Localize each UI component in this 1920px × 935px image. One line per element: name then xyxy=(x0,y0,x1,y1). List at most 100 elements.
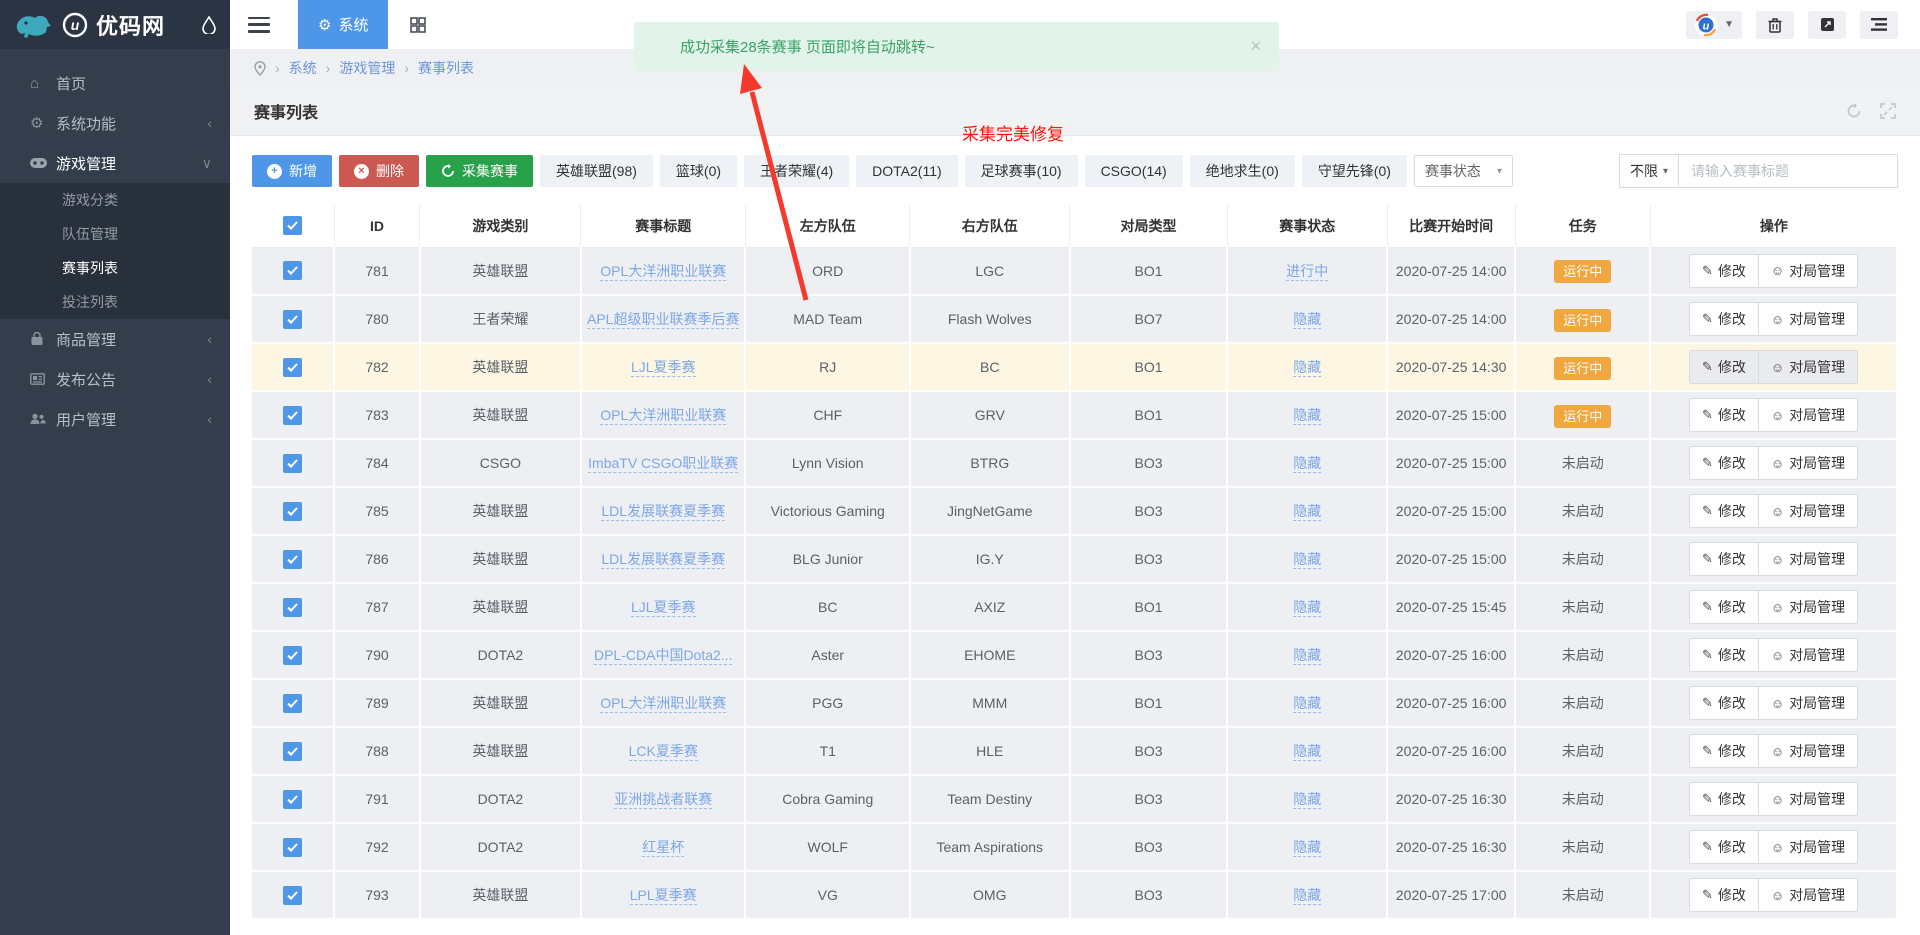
edit-button[interactable]: ✎修改 xyxy=(1690,831,1758,863)
fullscreen-icon[interactable] xyxy=(1880,103,1896,119)
breadcrumb-system[interactable]: 系统 xyxy=(289,58,317,78)
event-status-link[interactable]: 隐藏 xyxy=(1293,359,1321,377)
edit-button[interactable]: ✎修改 xyxy=(1690,783,1758,815)
match-manage-button[interactable]: ☺对局管理 xyxy=(1758,447,1857,479)
event-title-link[interactable]: LPL夏季赛 xyxy=(630,887,697,905)
match-manage-button[interactable]: ☺对局管理 xyxy=(1758,639,1857,671)
row-checkbox[interactable] xyxy=(283,838,302,857)
row-checkbox[interactable] xyxy=(283,261,302,280)
row-checkbox[interactable] xyxy=(283,454,302,473)
event-title-link[interactable]: LCK夏季赛 xyxy=(629,743,698,761)
edit-button[interactable]: ✎修改 xyxy=(1690,495,1758,527)
event-title-link[interactable]: 红星杯 xyxy=(642,839,684,857)
breadcrumb-event-list[interactable]: 赛事列表 xyxy=(418,58,474,78)
row-checkbox[interactable] xyxy=(283,502,302,521)
match-manage-button[interactable]: ☺对局管理 xyxy=(1758,831,1857,863)
event-status-link[interactable]: 隐藏 xyxy=(1293,407,1321,425)
event-title-link[interactable]: LDL发展联赛夏季赛 xyxy=(601,503,725,521)
close-icon[interactable]: × xyxy=(1250,36,1261,57)
grid-apps-icon[interactable] xyxy=(410,17,426,33)
sidebar-item-event-list[interactable]: 赛事列表 xyxy=(0,251,230,285)
row-checkbox[interactable] xyxy=(283,790,302,809)
row-checkbox[interactable] xyxy=(283,646,302,665)
game-filter-chip[interactable]: CSGO(14) xyxy=(1085,155,1183,187)
select-all-checkbox[interactable] xyxy=(283,216,302,235)
event-status-link[interactable]: 隐藏 xyxy=(1293,311,1321,329)
event-title-link[interactable]: ImbaTV CSGO职业联赛 xyxy=(588,455,738,473)
edit-button[interactable]: ✎修改 xyxy=(1690,639,1758,671)
edit-button[interactable]: ✎修改 xyxy=(1690,447,1758,479)
match-manage-button[interactable]: ☺对局管理 xyxy=(1758,495,1857,527)
row-checkbox[interactable] xyxy=(283,406,302,425)
sidebar-item-announcements[interactable]: 发布公告 ‹ xyxy=(0,359,230,399)
open-external-button[interactable] xyxy=(1808,11,1846,39)
row-checkbox[interactable] xyxy=(283,358,302,377)
event-status-select[interactable]: 赛事状态 ▾ xyxy=(1414,155,1513,187)
event-status-link[interactable]: 隐藏 xyxy=(1293,455,1321,473)
game-filter-chip[interactable]: 英雄联盟(98) xyxy=(540,155,653,187)
event-title-link[interactable]: APL超级职业联赛季后赛 xyxy=(587,311,739,329)
match-manage-button[interactable]: ☺对局管理 xyxy=(1758,399,1857,431)
breadcrumb-game-management[interactable]: 游戏管理 xyxy=(339,58,395,78)
event-status-link[interactable]: 隐藏 xyxy=(1293,695,1321,713)
game-filter-chip[interactable]: DOTA2(11) xyxy=(856,155,958,187)
match-manage-button[interactable]: ☺对局管理 xyxy=(1758,255,1857,287)
game-filter-chip[interactable]: 足球赛事(10) xyxy=(965,155,1078,187)
edit-button[interactable]: ✎修改 xyxy=(1690,591,1758,623)
game-filter-chip[interactable]: 守望先锋(0) xyxy=(1302,155,1407,187)
edit-button[interactable]: ✎修改 xyxy=(1690,399,1758,431)
edit-button[interactable]: ✎修改 xyxy=(1690,735,1758,767)
edit-button[interactable]: ✎修改 xyxy=(1690,879,1758,911)
clear-cache-button[interactable] xyxy=(1756,11,1794,39)
sidebar-item-user-management[interactable]: 用户管理 ‹ xyxy=(0,399,230,439)
edit-button[interactable]: ✎修改 xyxy=(1690,351,1758,383)
delete-button[interactable]: × 删除 xyxy=(339,155,419,187)
event-title-link[interactable]: LJL夏季赛 xyxy=(631,359,696,377)
row-checkbox[interactable] xyxy=(283,310,302,329)
event-status-link[interactable]: 隐藏 xyxy=(1293,647,1321,665)
match-manage-button[interactable]: ☺对局管理 xyxy=(1758,879,1857,911)
event-status-link[interactable]: 隐藏 xyxy=(1293,503,1321,521)
user-avatar-menu[interactable]: u ▼ xyxy=(1686,11,1742,39)
row-checkbox[interactable] xyxy=(283,550,302,569)
event-status-link[interactable]: 隐藏 xyxy=(1293,791,1321,809)
match-manage-button[interactable]: ☺对局管理 xyxy=(1758,735,1857,767)
edit-button[interactable]: ✎修改 xyxy=(1690,687,1758,719)
sidebar-item-goods-management[interactable]: 商品管理 ‹ xyxy=(0,319,230,359)
event-status-link[interactable]: 进行中 xyxy=(1286,263,1328,281)
match-manage-button[interactable]: ☺对局管理 xyxy=(1758,543,1857,575)
event-title-link[interactable]: LJL夏季赛 xyxy=(631,599,696,617)
row-checkbox[interactable] xyxy=(283,694,302,713)
sidebar-item-home[interactable]: ⌂ 首页 xyxy=(0,63,230,103)
tab-system[interactable]: ⚙ 系统 xyxy=(298,0,388,49)
game-filter-chip[interactable]: 篮球(0) xyxy=(660,155,737,187)
search-scope-select[interactable]: 不限 ▾ xyxy=(1619,154,1678,188)
edit-button[interactable]: ✎修改 xyxy=(1690,303,1758,335)
layout-list-button[interactable] xyxy=(1860,11,1898,39)
row-checkbox[interactable] xyxy=(283,742,302,761)
event-title-link[interactable]: OPL大洋洲职业联赛 xyxy=(600,407,726,425)
event-status-link[interactable]: 隐藏 xyxy=(1293,887,1321,905)
match-manage-button[interactable]: ☺对局管理 xyxy=(1758,591,1857,623)
edit-button[interactable]: ✎修改 xyxy=(1690,255,1758,287)
game-filter-chip[interactable]: 绝地求生(0) xyxy=(1190,155,1295,187)
event-title-link[interactable]: LDL发展联赛夏季赛 xyxy=(601,551,725,569)
match-manage-button[interactable]: ☺对局管理 xyxy=(1758,783,1857,815)
sidebar-item-system-functions[interactable]: ⚙ 系统功能 ‹ xyxy=(0,103,230,143)
edit-button[interactable]: ✎修改 xyxy=(1690,543,1758,575)
sidebar-item-team-management[interactable]: 队伍管理 xyxy=(0,217,230,251)
event-status-link[interactable]: 隐藏 xyxy=(1293,839,1321,857)
event-title-link[interactable]: 亚洲挑战者联赛 xyxy=(614,791,712,809)
row-checkbox[interactable] xyxy=(283,598,302,617)
match-manage-button[interactable]: ☺对局管理 xyxy=(1758,351,1857,383)
game-filter-chip[interactable]: 王者荣耀(4) xyxy=(744,155,849,187)
hamburger-menu-icon[interactable] xyxy=(248,17,270,33)
match-manage-button[interactable]: ☺对局管理 xyxy=(1758,303,1857,335)
add-button[interactable]: + 新增 xyxy=(252,155,332,187)
sidebar-item-game-categories[interactable]: 游戏分类 xyxy=(0,183,230,217)
collect-events-button[interactable]: 采集赛事 xyxy=(426,155,533,187)
event-status-link[interactable]: 隐藏 xyxy=(1293,551,1321,569)
search-input[interactable] xyxy=(1678,154,1898,188)
row-checkbox[interactable] xyxy=(283,886,302,905)
event-title-link[interactable]: DPL-CDA中国Dota2... xyxy=(594,647,732,665)
